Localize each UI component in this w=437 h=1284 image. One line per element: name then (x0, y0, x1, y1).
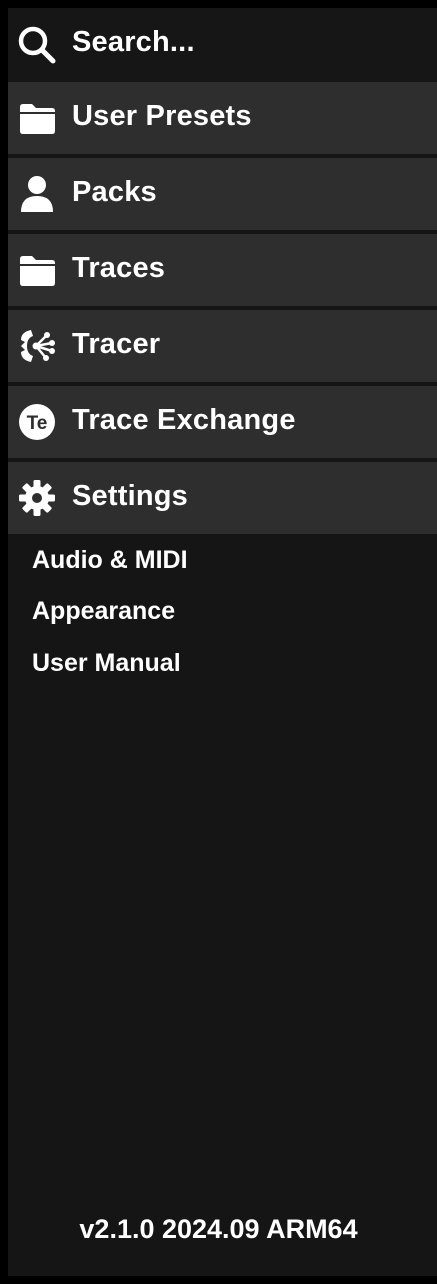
search-label: Search... (72, 26, 195, 58)
nav-item-label: Traces (72, 252, 166, 284)
nav-item-label: Tracer (72, 328, 161, 360)
search-button[interactable]: Search... (8, 8, 437, 82)
nav-item-user-presets[interactable]: User Presets (8, 82, 437, 154)
nav-item-settings[interactable]: Settings (8, 462, 437, 534)
trace-exchange-badge: Te (27, 413, 48, 434)
settings-item-appearance[interactable]: Appearance (32, 597, 175, 626)
sidebar-panel: Search... User Presets Packs Traces Trac… (8, 8, 437, 1276)
folder-icon (16, 249, 58, 291)
nav-item-label: User Presets (72, 100, 252, 132)
gear-icon (16, 477, 58, 519)
nav-item-trace-exchange[interactable]: Te Trace Exchange (8, 386, 437, 458)
nav-item-packs[interactable]: Packs (8, 158, 437, 230)
nav-item-tracer[interactable]: Tracer (8, 310, 437, 382)
trace-exchange-icon: Te (16, 401, 58, 443)
search-icon (16, 24, 58, 66)
settings-item-audio-midi[interactable]: Audio & MIDI (32, 546, 188, 575)
nav-item-traces[interactable]: Traces (8, 234, 437, 306)
settings-item-user-manual[interactable]: User Manual (32, 649, 181, 678)
folder-icon (16, 97, 58, 139)
version-label: v2.1.0 2024.09 ARM64 (79, 1214, 358, 1244)
tracer-icon (16, 325, 58, 367)
nav-item-label: Packs (72, 176, 157, 208)
nav-item-label: Trace Exchange (72, 404, 296, 436)
user-icon (16, 173, 58, 215)
nav-item-label: Settings (72, 480, 188, 512)
